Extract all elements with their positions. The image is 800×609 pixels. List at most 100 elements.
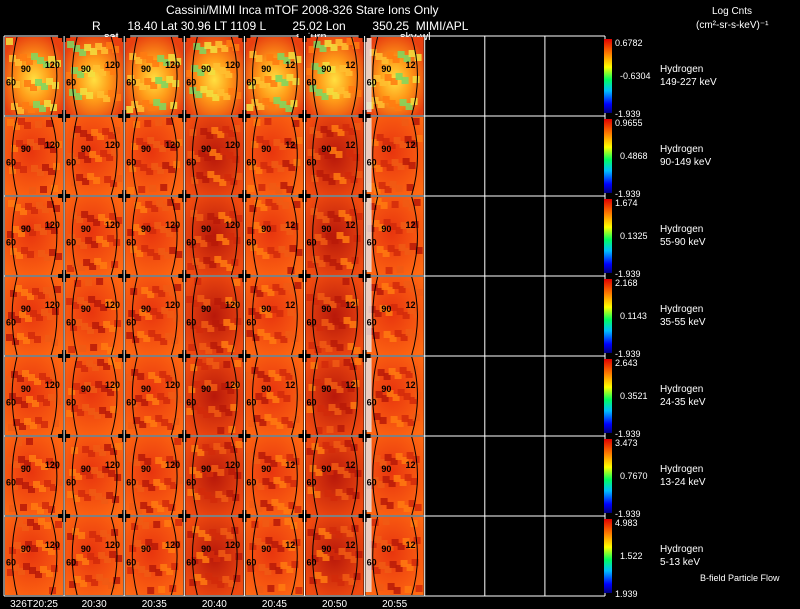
angle-label-90: 90 (321, 224, 331, 234)
angle-label-60: 60 (6, 558, 16, 568)
angle-label-90: 90 (321, 304, 331, 314)
angle-label-120: 120 (165, 460, 180, 470)
angle-label-120: 120 (105, 140, 120, 150)
angle-label-60: 60 (246, 478, 256, 488)
angle-label-60: 60 (66, 398, 76, 408)
heatmap-cell: 60 90 12 (365, 195, 424, 277)
angle-label-120: 120 (45, 220, 60, 230)
angle-label-120: 120 (45, 300, 60, 310)
angle-label-90: 90 (321, 544, 331, 554)
species-label: Hydrogen (660, 64, 703, 75)
heatmap-cell: 60 90 120 (125, 435, 184, 517)
heatmap-cell: 60 90 120 (5, 275, 64, 357)
heatmap-cell: 60 90 120 (65, 355, 124, 437)
heatmap-cell: 60 90 120 (65, 35, 124, 117)
colorbar-min-label: 1.939 (615, 589, 638, 599)
heatmap-cell: 60 90 12 (245, 355, 304, 437)
angle-label-90: 90 (141, 224, 151, 234)
heatmap-cell: 60 90 12 (305, 355, 364, 437)
angle-label-60: 60 (66, 238, 76, 248)
angle-label-60: 60 (367, 478, 377, 488)
heatmap-cell: 60 90 120 (65, 515, 124, 597)
angle-label-120: 12 (285, 540, 295, 550)
heatmap-cell: 60 90 120 (5, 355, 64, 437)
angle-label-120: 120 (165, 540, 180, 550)
angle-label-90: 90 (81, 384, 91, 394)
angle-label-60: 60 (367, 78, 377, 88)
angle-label-120: 12 (345, 220, 355, 230)
colorbar-mid-label: 0.1325 (620, 231, 648, 241)
heatmap-cell: 60 90 12 (245, 195, 304, 277)
angle-label-90: 90 (141, 464, 151, 474)
heatmap-cell: 60 90 120 (185, 275, 244, 357)
heatmap-cell: 60 90 120 (65, 195, 124, 277)
colorbar-max-label: 3.473 (615, 438, 638, 448)
angle-label-90: 90 (381, 304, 391, 314)
angle-label-120: 12 (345, 460, 355, 470)
angle-label-120: 120 (45, 140, 60, 150)
angle-label-90: 90 (21, 304, 31, 314)
colorbar (604, 119, 612, 193)
colorbar-max-label: 4.983 (615, 518, 638, 528)
angle-label-90: 90 (201, 544, 211, 554)
heatmap-cell: 60 90 120 (185, 115, 244, 197)
angle-label-90: 90 (381, 384, 391, 394)
species-label: Hydrogen (660, 144, 703, 155)
angle-label-120: 120 (165, 380, 180, 390)
angle-label-90: 90 (141, 384, 151, 394)
heatmap-cell: 60 90 120 (5, 195, 64, 277)
heatmap-cell: 60 90 12 (245, 35, 304, 117)
angle-label-90: 90 (21, 544, 31, 554)
angle-label-60: 60 (246, 398, 256, 408)
angle-label-90: 90 (201, 64, 211, 74)
angle-label-120: 120 (225, 220, 240, 230)
species-label: Hydrogen (660, 464, 703, 475)
angle-label-60: 60 (66, 78, 76, 88)
colorbar-mid-label: 0.7670 (620, 471, 648, 481)
angle-label-60: 60 (307, 558, 317, 568)
angle-label-120: 120 (45, 460, 60, 470)
heatmap-cell: 60 90 120 (125, 355, 184, 437)
inca-heatmap-grid: Cassini/MIMI Inca mTOF 2008-326 Stare Io… (3, 3, 780, 609)
angle-label-60: 60 (126, 398, 136, 408)
angle-label-120: 120 (105, 220, 120, 230)
colorbar (604, 199, 612, 273)
angle-label-120: 12 (345, 300, 355, 310)
angle-label-120: 12 (285, 220, 295, 230)
colorbar-max-label: 2.168 (615, 278, 638, 288)
energy-range-label: 90-149 keV (660, 157, 711, 168)
angle-label-60: 60 (6, 398, 16, 408)
angle-label-60: 60 (66, 558, 76, 568)
angle-label-120: 120 (165, 140, 180, 150)
angle-label-60: 60 (6, 78, 16, 88)
angle-label-90: 90 (21, 224, 31, 234)
angle-label-60: 60 (246, 318, 256, 328)
angle-label-90: 90 (321, 64, 331, 74)
colorbar-mid-label: -0.6304 (620, 71, 651, 81)
angle-label-90: 90 (141, 304, 151, 314)
angle-label-120: 120 (105, 60, 120, 70)
heatmap-cell: 60 90 120 (65, 275, 124, 357)
angle-label-120: 120 (45, 60, 60, 70)
energy-range-label: 55-90 keV (660, 237, 706, 248)
angle-label-120: 12 (345, 380, 355, 390)
species-label: Hydrogen (660, 384, 703, 395)
heatmap-cell: 60 90 12 (365, 35, 424, 117)
angle-label-90: 90 (261, 384, 271, 394)
angle-label-60: 60 (66, 318, 76, 328)
angle-label-90: 90 (381, 464, 391, 474)
heatmap-cell: 60 90 12 (365, 435, 424, 517)
angle-label-120: 120 (45, 380, 60, 390)
angle-label-120: 120 (225, 460, 240, 470)
angle-label-90: 90 (381, 64, 391, 74)
angle-label-60: 60 (246, 158, 256, 168)
angle-label-90: 90 (81, 544, 91, 554)
heatmap-cell: 60 90 12 (245, 275, 304, 357)
heatmap-cell: 60 90 120 (185, 515, 244, 597)
heatmap-cell: 60 90 12 (305, 515, 364, 597)
time-label: 20:55 (382, 599, 407, 609)
colorbar-max-label: 0.9655 (615, 118, 643, 128)
angle-label-90: 90 (141, 64, 151, 74)
angle-label-120: 120 (105, 300, 120, 310)
angle-label-120: 120 (105, 460, 120, 470)
